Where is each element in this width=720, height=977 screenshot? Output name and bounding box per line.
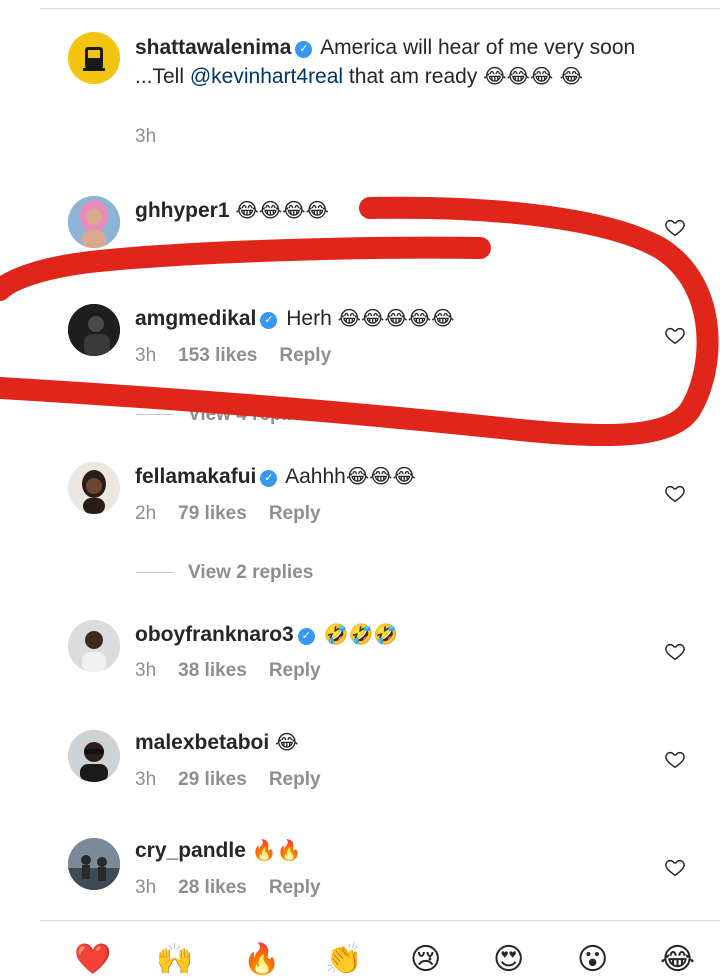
avatar[interactable]: [68, 32, 120, 84]
emoji-text: 😂: [275, 730, 299, 754]
comment-text: Aahhh: [285, 465, 346, 488]
top-divider: [40, 8, 720, 9]
like-count[interactable]: 153 likes: [178, 345, 257, 366]
timestamp: 3h: [135, 769, 157, 790]
username[interactable]: fellamakafui: [135, 465, 256, 488]
reaction-clap[interactable]: 👏: [325, 942, 362, 977]
heart-icon[interactable]: [664, 324, 686, 346]
reaction-heart[interactable]: ❤️: [74, 942, 111, 977]
reply-button[interactable]: Reply: [279, 345, 331, 366]
reply-button[interactable]: Reply: [269, 877, 321, 898]
username[interactable]: ghhyper1: [135, 199, 230, 222]
username[interactable]: amgmedikal: [135, 307, 256, 330]
view-replies-label: View 4 replies: [188, 404, 314, 425]
emoji-text: 🤣🤣🤣: [323, 622, 399, 646]
username[interactable]: oboyfranknaro3: [135, 623, 294, 646]
reply-button[interactable]: Reply: [269, 769, 321, 790]
username[interactable]: malexbetaboi: [135, 731, 269, 754]
verified-badge-icon: ✓: [260, 312, 278, 329]
heart-icon[interactable]: [664, 856, 686, 878]
verified-badge-icon: ✓: [295, 41, 313, 58]
comment-text: Herh: [286, 307, 332, 330]
avatar[interactable]: [68, 730, 120, 782]
heart-icon[interactable]: [664, 482, 686, 504]
like-count[interactable]: 28 likes: [178, 877, 247, 898]
dark-portrait-icon: [68, 304, 120, 356]
divider: [136, 414, 174, 416]
sunglasses-icon: [68, 730, 120, 782]
mention-link[interactable]: @kevinhart4real: [190, 65, 343, 88]
reply-button[interactable]: Reply: [269, 503, 321, 524]
timestamp: 3h: [135, 126, 157, 147]
avatar[interactable]: [68, 838, 120, 890]
comment-text: that am ready: [343, 65, 484, 88]
emoji-text: 😂😂😂 😂: [483, 64, 584, 88]
like-count[interactable]: 29 likes: [178, 769, 247, 790]
woman-portrait-icon: [68, 462, 120, 514]
reaction-wow[interactable]: 😮: [577, 942, 608, 977]
emoji-text: 😂😂😂😂: [235, 198, 329, 222]
emoji-text: 😂😂😂: [345, 464, 416, 488]
pink-hair-icon: [68, 196, 120, 248]
emoji-text: 😂😂😂😂😂: [337, 306, 455, 330]
reaction-cry[interactable]: 😢: [410, 942, 441, 977]
like-count[interactable]: 38 likes: [178, 660, 247, 681]
gold-crest-icon: [68, 32, 120, 84]
reply-button[interactable]: Reply: [269, 660, 321, 681]
heart-icon[interactable]: [664, 748, 686, 770]
man-portrait-icon: [68, 620, 120, 672]
username[interactable]: shattawalenima: [135, 36, 291, 59]
reaction-fire[interactable]: 🔥: [243, 942, 280, 977]
timestamp: 3h: [135, 877, 157, 898]
avatar[interactable]: [68, 196, 120, 248]
emoji-text: 🔥🔥: [251, 838, 302, 862]
view-replies-link[interactable]: View 4 replies: [136, 404, 313, 426]
bottom-divider: [40, 920, 720, 921]
heart-icon[interactable]: [664, 216, 686, 238]
avatar[interactable]: [68, 620, 120, 672]
avatar[interactable]: [68, 304, 120, 356]
view-replies-label: View 2 replies: [188, 562, 314, 583]
reaction-raised-hands[interactable]: 🙌: [156, 942, 193, 977]
like-count[interactable]: 79 likes: [178, 503, 247, 524]
timestamp: 2h: [135, 503, 157, 524]
heart-icon[interactable]: [664, 640, 686, 662]
timestamp: 3h: [135, 660, 157, 681]
divider: [136, 572, 174, 574]
username[interactable]: cry_pandle: [135, 839, 246, 862]
verified-badge-icon: ✓: [260, 470, 278, 487]
reaction-heart-eyes[interactable]: 😍: [493, 942, 524, 977]
stage-icon: [68, 838, 120, 890]
timestamp: 3h: [135, 345, 157, 366]
reaction-laugh[interactable]: 😂: [660, 942, 695, 977]
avatar[interactable]: [68, 462, 120, 514]
reaction-bar: ❤️ 🙌 🔥 👏 😢 😍 😮 😂: [0, 930, 720, 977]
view-replies-link[interactable]: View 2 replies: [136, 562, 313, 584]
verified-badge-icon: ✓: [297, 628, 315, 645]
